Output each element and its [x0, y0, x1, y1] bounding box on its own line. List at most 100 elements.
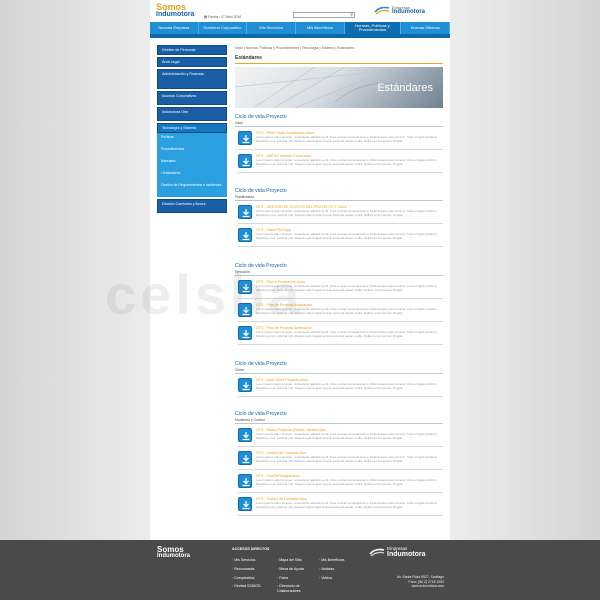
document-description: Lorem ipsum dolor sit amet, consectetur … — [256, 209, 438, 217]
download-icon[interactable] — [238, 280, 252, 294]
download-icon[interactable] — [238, 474, 252, 488]
calendar-icon: ▦ — [204, 15, 208, 19]
sidebar-submenu: Políticas Procedimientos Manuales • Está… — [157, 133, 227, 197]
document-item[interactable]: GTS - GESTIÓN DE COSTOS DEL PROYECTO TI.… — [238, 204, 443, 224]
sidebar-item-administracion[interactable]: Administración y Finanzas — [157, 69, 227, 89]
document-item[interactable]: GTS - Plan de Pruebas Aceptación Lorem ip… — [238, 325, 443, 345]
section-divider — [235, 200, 443, 201]
sidebar-item-indumotora-one[interactable]: Indumotora One — [157, 107, 227, 121]
nav-subbar — [150, 34, 450, 38]
sidebar-item-area-legal[interactable]: Área Legal — [157, 57, 227, 67]
footer-link[interactable]: Reconoceda — [232, 565, 261, 574]
site-header: Somos Indumotora ▦ Fecha : 17 Abril 2016… — [150, 0, 450, 22]
document-description: Lorem ipsum dolor sit amet, consectetur … — [256, 478, 438, 486]
section-title: Ciclo de vida Proyecto — [235, 114, 287, 120]
sidebar-subitem-manuales[interactable]: Manuales — [161, 157, 223, 169]
sidebar-subitem-politicas[interactable]: Políticas — [161, 133, 223, 145]
download-icon[interactable] — [238, 497, 252, 511]
document-description: Lorem ipsum dolor sit amet, consectetur … — [256, 135, 438, 143]
footer-link[interactable]: Noticias — [319, 565, 344, 574]
footer-col-1: Mis Servicios Reconoceda Cumpleaños Revi… — [232, 556, 261, 591]
sidebar-item-division-camiones[interactable]: División Camiones y Buses — [157, 199, 227, 213]
section-subtitle: Monitoreo y Control — [235, 418, 265, 422]
banner-title: Estándares — [377, 82, 433, 94]
document-item[interactable]: GTS - Control de Cambios.docx Lorem ipsum… — [238, 450, 443, 470]
sidebar-item-gestion-personas[interactable]: Gestión de Personas — [157, 45, 227, 55]
footer-link[interactable]: Videos — [319, 574, 344, 583]
footer-link[interactable]: Mesa de Ayuda — [277, 565, 317, 574]
document-description: Lorem ipsum dolor sit amet, consectetur … — [256, 432, 438, 440]
nav-item-normas[interactable]: Normas, Políticas y Procedimientos — [344, 22, 402, 34]
download-icon[interactable] — [238, 154, 252, 168]
download-icon[interactable] — [238, 326, 252, 340]
address-line: Av. Santa Rosa 9527, Santiago — [397, 575, 444, 579]
document-description: Lorem ipsum dolor sit amet, consectetur … — [256, 382, 438, 390]
footer-logo-line2: Indumotora — [157, 553, 190, 559]
breadcrumb[interactable]: Inicio | Normas, Políticas y Procedimien… — [235, 46, 354, 50]
sidebar-subitem-gestion-requerimientos[interactable]: Gestión de Requerimientos e Incidentes — [161, 181, 223, 197]
main-nav: Nuestra Empresa Gobierno Corporativo Mis… — [150, 22, 451, 34]
search-input[interactable]: ⚲ — [293, 12, 355, 18]
footer-somos-logo[interactable]: Somos Indumotora — [157, 546, 190, 560]
document-item[interactable]: GTS - Status Proyecto (Sector, Versión).… — [238, 427, 443, 447]
sidebar-item-asuntos[interactable]: Asuntos Corporativos — [157, 91, 227, 105]
sidebar-subitem-procedimientos[interactable]: Procedimientos — [161, 145, 223, 157]
section-title: Ciclo de vida Proyecto — [235, 263, 287, 269]
document-item[interactable]: GTS - PlanDeRiesgos.docx Lorem ipsum dolo… — [238, 473, 443, 493]
nav-item-nuevas-oficinas[interactable]: Nuevas Oficinas — [401, 22, 451, 34]
title-divider — [235, 63, 443, 64]
footer-address: Av. Santa Rosa 9527, Santiago Fono: (56 … — [397, 575, 444, 589]
section-subtitle: Cierre — [235, 368, 245, 372]
footer-link[interactable]: Revista SOMOS — [232, 582, 260, 591]
section-divider — [235, 373, 443, 374]
document-item[interactable]: GTS - Control de Cambios.docx Lorem ipsum… — [238, 496, 443, 516]
document-item[interactable]: GTS - ANEXO Informe Curso.docx Lorem ipsu… — [238, 153, 443, 173]
footer-brand-swoosh-icon — [369, 548, 385, 557]
download-icon[interactable] — [238, 228, 252, 242]
nav-item-mis-beneficios[interactable]: Mis Beneficios — [296, 22, 345, 34]
brand-swoosh-icon — [374, 6, 390, 15]
section-title: Ciclo de vida Proyecto — [235, 411, 287, 417]
website-link[interactable]: www.indumotora.com — [397, 584, 444, 589]
footer-link[interactable]: Cumpleaños — [232, 574, 261, 583]
document-item[interactable]: GTS - Plan de Pruebas Aceptación Lorem ip… — [238, 302, 443, 322]
footer-link[interactable]: Mapa del Sitio — [277, 556, 317, 565]
sidebar-subitem-estandares[interactable]: • Estándares — [161, 169, 223, 181]
footer-link[interactable]: Directorio de Colaboradores — [277, 582, 317, 593]
footer-col-2: Mapa del Sitio Mesa de Ayuda Fotos Direc… — [277, 556, 317, 593]
sidebar-item-tecnologia[interactable]: Tecnología y Sistema — [157, 123, 227, 133]
download-icon[interactable] — [238, 303, 252, 317]
download-icon[interactable] — [238, 205, 252, 219]
section-title: Ciclo de vida Proyecto — [235, 188, 287, 194]
nav-item-nuestra-empresa[interactable]: Nuestra Empresa — [150, 22, 199, 34]
logo-line2: Indumotora — [156, 11, 195, 18]
document-description: Lorem ipsum dolor sit amet, consectetur … — [256, 501, 438, 509]
section-divider — [235, 275, 443, 276]
document-item[interactable]: GTS - Gantt PMI.mpp Lorem ipsum dolor sit… — [238, 227, 443, 247]
document-description: Lorem ipsum dolor sit amet, consectetur … — [256, 455, 438, 463]
document-description: Lorem ipsum dolor sit amet, consectetur … — [256, 232, 438, 240]
section-divider — [235, 126, 443, 127]
footer-link[interactable]: Mis Servicios — [232, 556, 261, 565]
document-item[interactable]: GTS - Plan a Prueba.mm.docx Lorem ipsum d… — [238, 279, 443, 299]
date-label: ▦ Fecha : 17 Abril 2016 — [204, 15, 241, 19]
footer-link[interactable]: Mis Beneficios — [319, 556, 344, 565]
nav-item-mis-servicios[interactable]: Mis Servicios — [247, 22, 297, 34]
empresas-indumotora-logo[interactable]: Empresas Indumotora — [374, 4, 444, 18]
estandares-banner: Estándares — [235, 67, 443, 108]
download-icon[interactable] — [238, 378, 252, 392]
search-icon[interactable]: ⚲ — [350, 13, 353, 17]
document-item[interactable]: GTS - PROY Acta Constitución.docx Lorem i… — [238, 130, 443, 150]
document-description: Lorem ipsum dolor sit amet, consectetur … — [256, 307, 438, 315]
download-icon[interactable] — [238, 131, 252, 145]
document-item[interactable]: GTS - Acta Cierre Proyecto.docx Lorem ips… — [238, 377, 443, 397]
download-icon[interactable] — [238, 451, 252, 465]
nav-item-gobierno-corporativo[interactable]: Gobierno Corporativo — [199, 22, 248, 34]
download-icon[interactable] — [238, 428, 252, 442]
section-divider — [235, 423, 443, 424]
section-subtitle: Planificación — [235, 195, 255, 199]
footer-link[interactable]: Fotos — [277, 574, 317, 583]
footer-brand-line2: Indumotora — [387, 551, 426, 558]
somos-logo[interactable]: Somos Indumotora — [156, 3, 195, 19]
brand-line2: Indumotora — [392, 9, 425, 15]
